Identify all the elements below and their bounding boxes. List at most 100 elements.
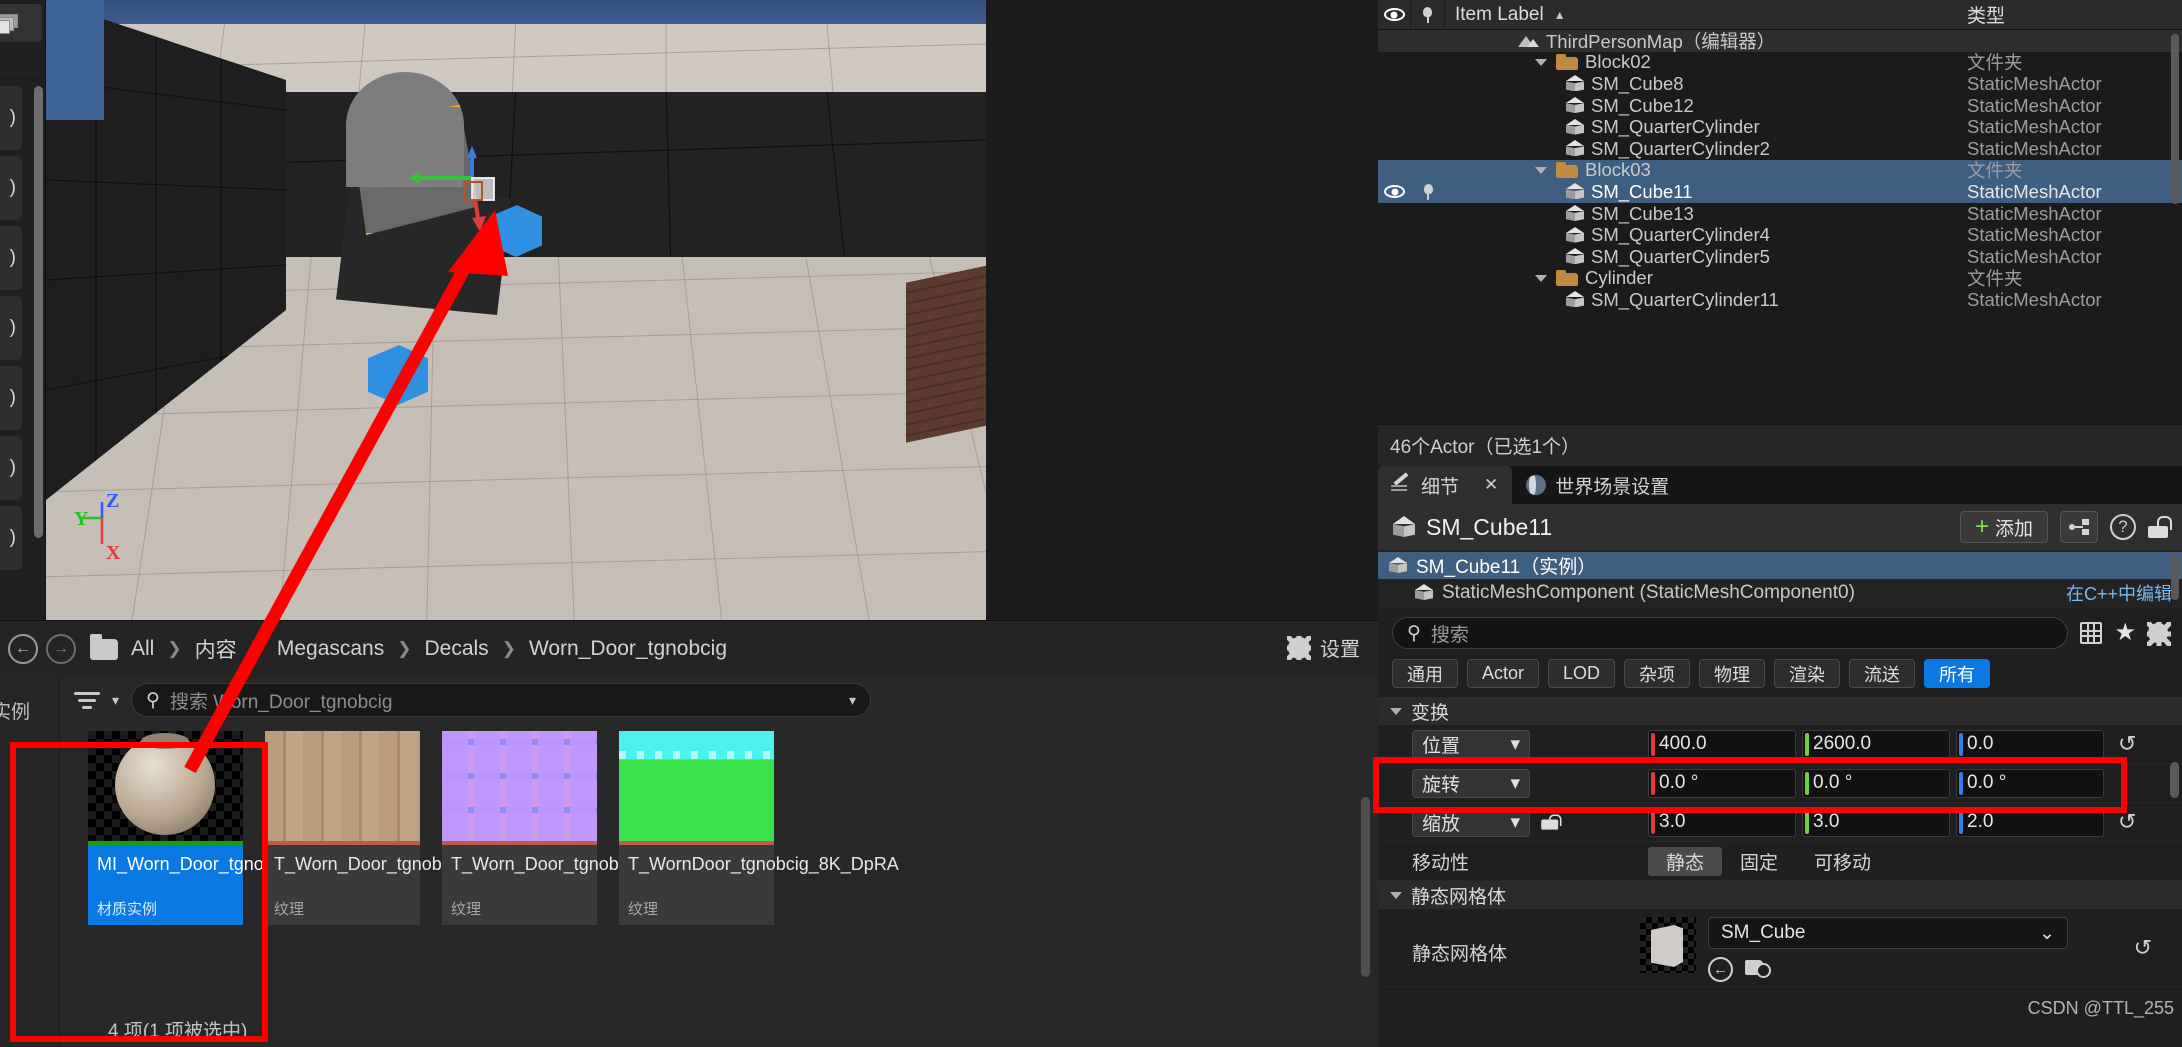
filter-tab-all[interactable]: 所有 xyxy=(1924,659,1991,688)
gear-icon[interactable] xyxy=(2147,622,2171,646)
close-icon[interactable]: ✕ xyxy=(1484,475,1498,495)
outliner-row-sm-cube12[interactable]: SM_Cube12 StaticMeshActor xyxy=(1378,95,2182,117)
chevron-down-icon[interactable]: ▾ xyxy=(112,692,119,709)
row-visibility-toggle[interactable] xyxy=(1378,185,1411,199)
rotation-z-input[interactable]: 0.0 ° xyxy=(1956,768,2104,798)
strip-scrollbar[interactable] xyxy=(34,86,43,538)
component-row-staticmesh[interactable]: StaticMeshComponent (StaticMeshComponent… xyxy=(1378,579,2182,606)
expand-triangle-icon[interactable] xyxy=(1535,58,1547,66)
row-pin-toggle[interactable] xyxy=(1411,183,1445,200)
scale-x-input[interactable]: 3.0 xyxy=(1648,807,1796,837)
static-mesh-thumbnail[interactable] xyxy=(1640,917,1696,973)
outliner-row-sm-cube13[interactable]: SM_Cube13 StaticMeshActor xyxy=(1378,203,2182,225)
scale-y-input[interactable]: 3.0 xyxy=(1802,807,1950,837)
browse-to-asset-icon[interactable] xyxy=(1745,957,1771,978)
location-y-input[interactable]: 2600.0 xyxy=(1802,729,1950,759)
outliner-row-folder-cylinder[interactable]: Cylinder 文件夹 xyxy=(1378,267,2182,289)
outliner-row-sm-quartercylinder[interactable]: SM_QuarterCylinder StaticMeshActor xyxy=(1378,116,2182,138)
location-mode-dropdown[interactable]: 位置 ▾ xyxy=(1412,729,1530,759)
chevron-down-icon[interactable]: ▾ xyxy=(849,692,856,709)
rotation-y-input[interactable]: 0.0 ° xyxy=(1802,768,1950,798)
add-component-button[interactable]: + 添加 xyxy=(1959,511,2048,543)
outliner-row-sm-cube8[interactable]: SM_Cube8 StaticMeshActor xyxy=(1378,73,2182,95)
strip-tab-5[interactable]: ) xyxy=(0,366,22,430)
rotation-mode-dropdown[interactable]: 旋转 ▾ xyxy=(1412,768,1530,798)
outliner-row-folder-block03[interactable]: Block03 文件夹 xyxy=(1378,159,2182,181)
tab-world-settings[interactable]: 世界场景设置 xyxy=(1512,466,1683,504)
outliner-scrollbar[interactable] xyxy=(2171,34,2179,204)
use-selected-asset-icon[interactable]: ← xyxy=(1708,957,1733,982)
outliner-type-header[interactable]: 类型 xyxy=(1967,0,2182,30)
content-browser-settings-button[interactable]: 设置 xyxy=(1287,633,1360,662)
location-z-input[interactable]: 0.0 xyxy=(1956,729,2104,759)
static-mesh-dropdown[interactable]: SM_Cube ⌄ xyxy=(1708,917,2068,949)
breadcrumb-item-worn-door[interactable]: Worn_Door_tgnobcig xyxy=(526,637,730,661)
outliner-row-sm-quartercylinder4[interactable]: SM_QuarterCylinder4 StaticMeshActor xyxy=(1378,224,2182,246)
filter-tab-streaming[interactable]: 流送 xyxy=(1849,659,1916,688)
breadcrumb-item-content[interactable]: 内容 xyxy=(192,634,240,664)
filter-tab-actor[interactable]: Actor xyxy=(1467,659,1540,688)
location-x-input[interactable]: 400.0 xyxy=(1648,729,1796,759)
filter-tab-misc[interactable]: 杂项 xyxy=(1624,659,1691,688)
outliner-row-folder-block02[interactable]: Block02 文件夹 xyxy=(1378,51,2182,73)
component-row-instance[interactable]: SM_Cube11（实例） xyxy=(1378,552,2182,579)
details-search-input[interactable]: ⚲ 搜索 xyxy=(1392,617,2069,649)
filter-tab-general[interactable]: 通用 xyxy=(1392,659,1458,688)
strip-tab-7[interactable]: ) xyxy=(0,506,22,570)
nav-forward-button[interactable]: → xyxy=(46,634,76,664)
details-scrollbar[interactable] xyxy=(2170,762,2179,798)
component-list-scrollbar[interactable] xyxy=(2171,554,2179,600)
strip-tab-6[interactable]: ) xyxy=(0,436,22,500)
outliner-row-sm-cube11[interactable]: SM_Cube11 StaticMeshActor xyxy=(1378,181,2182,203)
mobility-static[interactable]: 静态 xyxy=(1648,846,1723,876)
nav-back-button[interactable]: ← xyxy=(8,634,38,664)
static-mesh-reset-button[interactable]: ↺ xyxy=(2134,935,2152,961)
edit-in-cpp-link[interactable]: 在C++中编辑 xyxy=(2066,580,2182,606)
breadcrumb-item-megascans[interactable]: Megascans xyxy=(274,637,387,661)
breadcrumb-item-all[interactable]: All xyxy=(128,637,157,661)
transform-section-header[interactable]: 变换 xyxy=(1378,697,2182,725)
asset-tile[interactable]: T_Worn_Door_tgnobcig_8K_N 纹理 xyxy=(442,731,697,925)
filter-tab-rendering[interactable]: 渲染 xyxy=(1774,659,1841,688)
filter-tab-lod[interactable]: LOD xyxy=(1548,659,1616,688)
content-browser-sidebar[interactable]: 实例 xyxy=(0,677,60,1047)
asset-tile[interactable]: MI_Worn_Door_tgnobcig_8K 材质实例 xyxy=(88,731,329,925)
strip-tab-1[interactable]: ) xyxy=(0,86,22,150)
breadcrumb-item-decals[interactable]: Decals xyxy=(421,637,491,661)
content-browser-scrollbar[interactable] xyxy=(1361,797,1370,977)
static-mesh-section-header[interactable]: 静态网格体 xyxy=(1378,881,2182,909)
outliner-visibility-header[interactable] xyxy=(1378,0,1411,30)
blueprint-button[interactable] xyxy=(2060,511,2098,543)
asset-tile[interactable]: T_WornDoor_tgnobcig_8K_DpRA 纹理 xyxy=(619,731,899,925)
scale-reset-button[interactable]: ↺ xyxy=(2118,809,2136,835)
outliner-label-header[interactable]: Item Label ▲ xyxy=(1445,0,1967,30)
filter-icon[interactable] xyxy=(74,690,100,710)
expand-triangle-icon[interactable] xyxy=(1535,166,1547,174)
unlock-icon[interactable] xyxy=(2148,516,2172,538)
help-icon[interactable]: ? xyxy=(2110,514,2136,540)
content-search-input[interactable]: ⚲ 搜索 Worn_Door_tgnobcig ▾ xyxy=(131,683,872,717)
outliner-pin-header[interactable] xyxy=(1411,0,1445,30)
scale-lock-icon[interactable] xyxy=(1541,814,1562,830)
grid-view-icon[interactable] xyxy=(2080,622,2103,644)
mobility-stationary[interactable]: 固定 xyxy=(1722,847,1796,876)
strip-tab-4[interactable]: ) xyxy=(0,296,22,360)
expand-triangle-icon[interactable] xyxy=(1535,274,1547,282)
outliner-row-sm-quartercylinder11[interactable]: SM_QuarterCylinder11 StaticMeshActor xyxy=(1378,289,2182,311)
location-reset-button[interactable]: ↺ xyxy=(2118,731,2136,757)
outliner-row-map[interactable]: ThirdPersonMap（编辑器） xyxy=(1378,30,2182,52)
layers-button[interactable] xyxy=(0,4,42,42)
favorite-star-icon[interactable]: ★ xyxy=(2114,621,2136,645)
rotation-x-input[interactable]: 0.0 ° xyxy=(1648,768,1796,798)
outliner-row-sm-quartercylinder5[interactable]: SM_QuarterCylinder5 StaticMeshActor xyxy=(1378,246,2182,268)
filter-tab-physics[interactable]: 物理 xyxy=(1699,659,1766,688)
mobility-movable[interactable]: 可移动 xyxy=(1796,847,1889,876)
scale-mode-dropdown[interactable]: 缩放 ▾ xyxy=(1412,807,1530,837)
strip-tab-2[interactable]: ) xyxy=(0,156,22,220)
strip-tab-3[interactable]: ) xyxy=(0,226,22,290)
asset-tile[interactable]: T_Worn_Door_tgnobcig_8K_D 纹理 xyxy=(265,731,520,925)
tab-details[interactable]: 细节 ✕ xyxy=(1378,466,1513,504)
level-viewport[interactable]: X Y Z xyxy=(46,0,986,620)
scale-z-input[interactable]: 2.0 xyxy=(1956,807,2104,837)
outliner-row-sm-quartercylinder2[interactable]: SM_QuarterCylinder2 StaticMeshActor xyxy=(1378,138,2182,160)
